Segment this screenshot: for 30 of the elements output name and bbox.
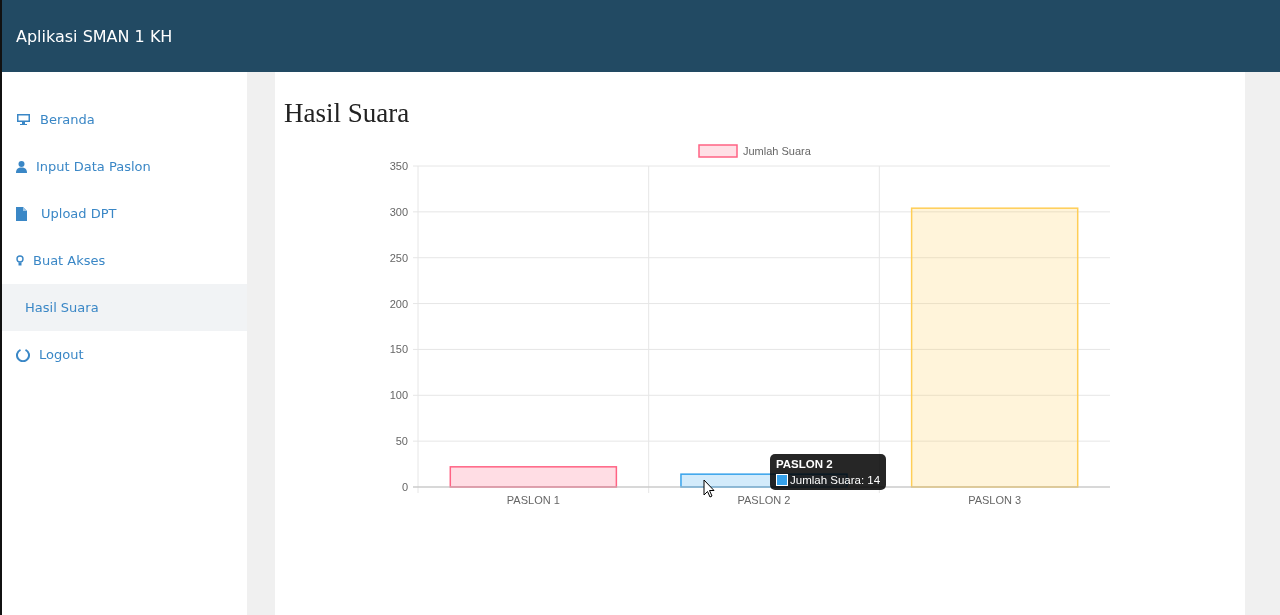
sidebar-item[interactable]: Upload DPT xyxy=(2,190,247,237)
sidebar-item[interactable]: Buat Akses xyxy=(2,237,247,284)
y-axis-tick-label: 350 xyxy=(389,160,408,172)
tooltip-label: Jumlah Suara: 14 xyxy=(790,474,881,486)
lightbulb-icon xyxy=(16,254,24,267)
tooltip-title: PASLON 2 xyxy=(776,458,834,470)
page-title: Hasil Suara xyxy=(284,98,411,128)
y-axis-tick-label: 200 xyxy=(389,297,408,310)
y-axis-tick-label: 250 xyxy=(389,251,408,264)
tooltip-swatch xyxy=(776,474,788,486)
circle-notch-icon xyxy=(16,347,30,362)
app-title: Aplikasi SMAN 1 KH xyxy=(16,26,173,46)
y-axis-tick-label: 100 xyxy=(389,389,408,402)
y-axis-tick-label: 0 xyxy=(401,481,408,493)
sidebar-item[interactable]: Beranda xyxy=(2,96,247,143)
sidebar-item[interactable]: Logout xyxy=(2,331,247,378)
x-axis-label: PASLON 1 xyxy=(506,494,560,506)
user-icon xyxy=(16,160,27,173)
y-axis-tick-label: 150 xyxy=(389,343,408,356)
x-axis-label: PASLON 3 xyxy=(968,494,1022,506)
file-icon xyxy=(16,206,27,221)
legend-label: Jumlah Suara xyxy=(743,144,811,157)
y-axis-tick-label: 50 xyxy=(395,435,408,448)
sidebar-item[interactable]: Hasil Suara xyxy=(2,284,247,331)
mouse-cursor-icon xyxy=(703,479,715,498)
monitor-icon xyxy=(16,113,31,126)
chart-legend-swatch xyxy=(698,144,738,158)
y-axis-tick-label: 300 xyxy=(389,205,408,218)
sidebar-item[interactable]: Input Data Paslon xyxy=(2,143,247,190)
x-axis-label: PASLON 2 xyxy=(737,494,791,506)
